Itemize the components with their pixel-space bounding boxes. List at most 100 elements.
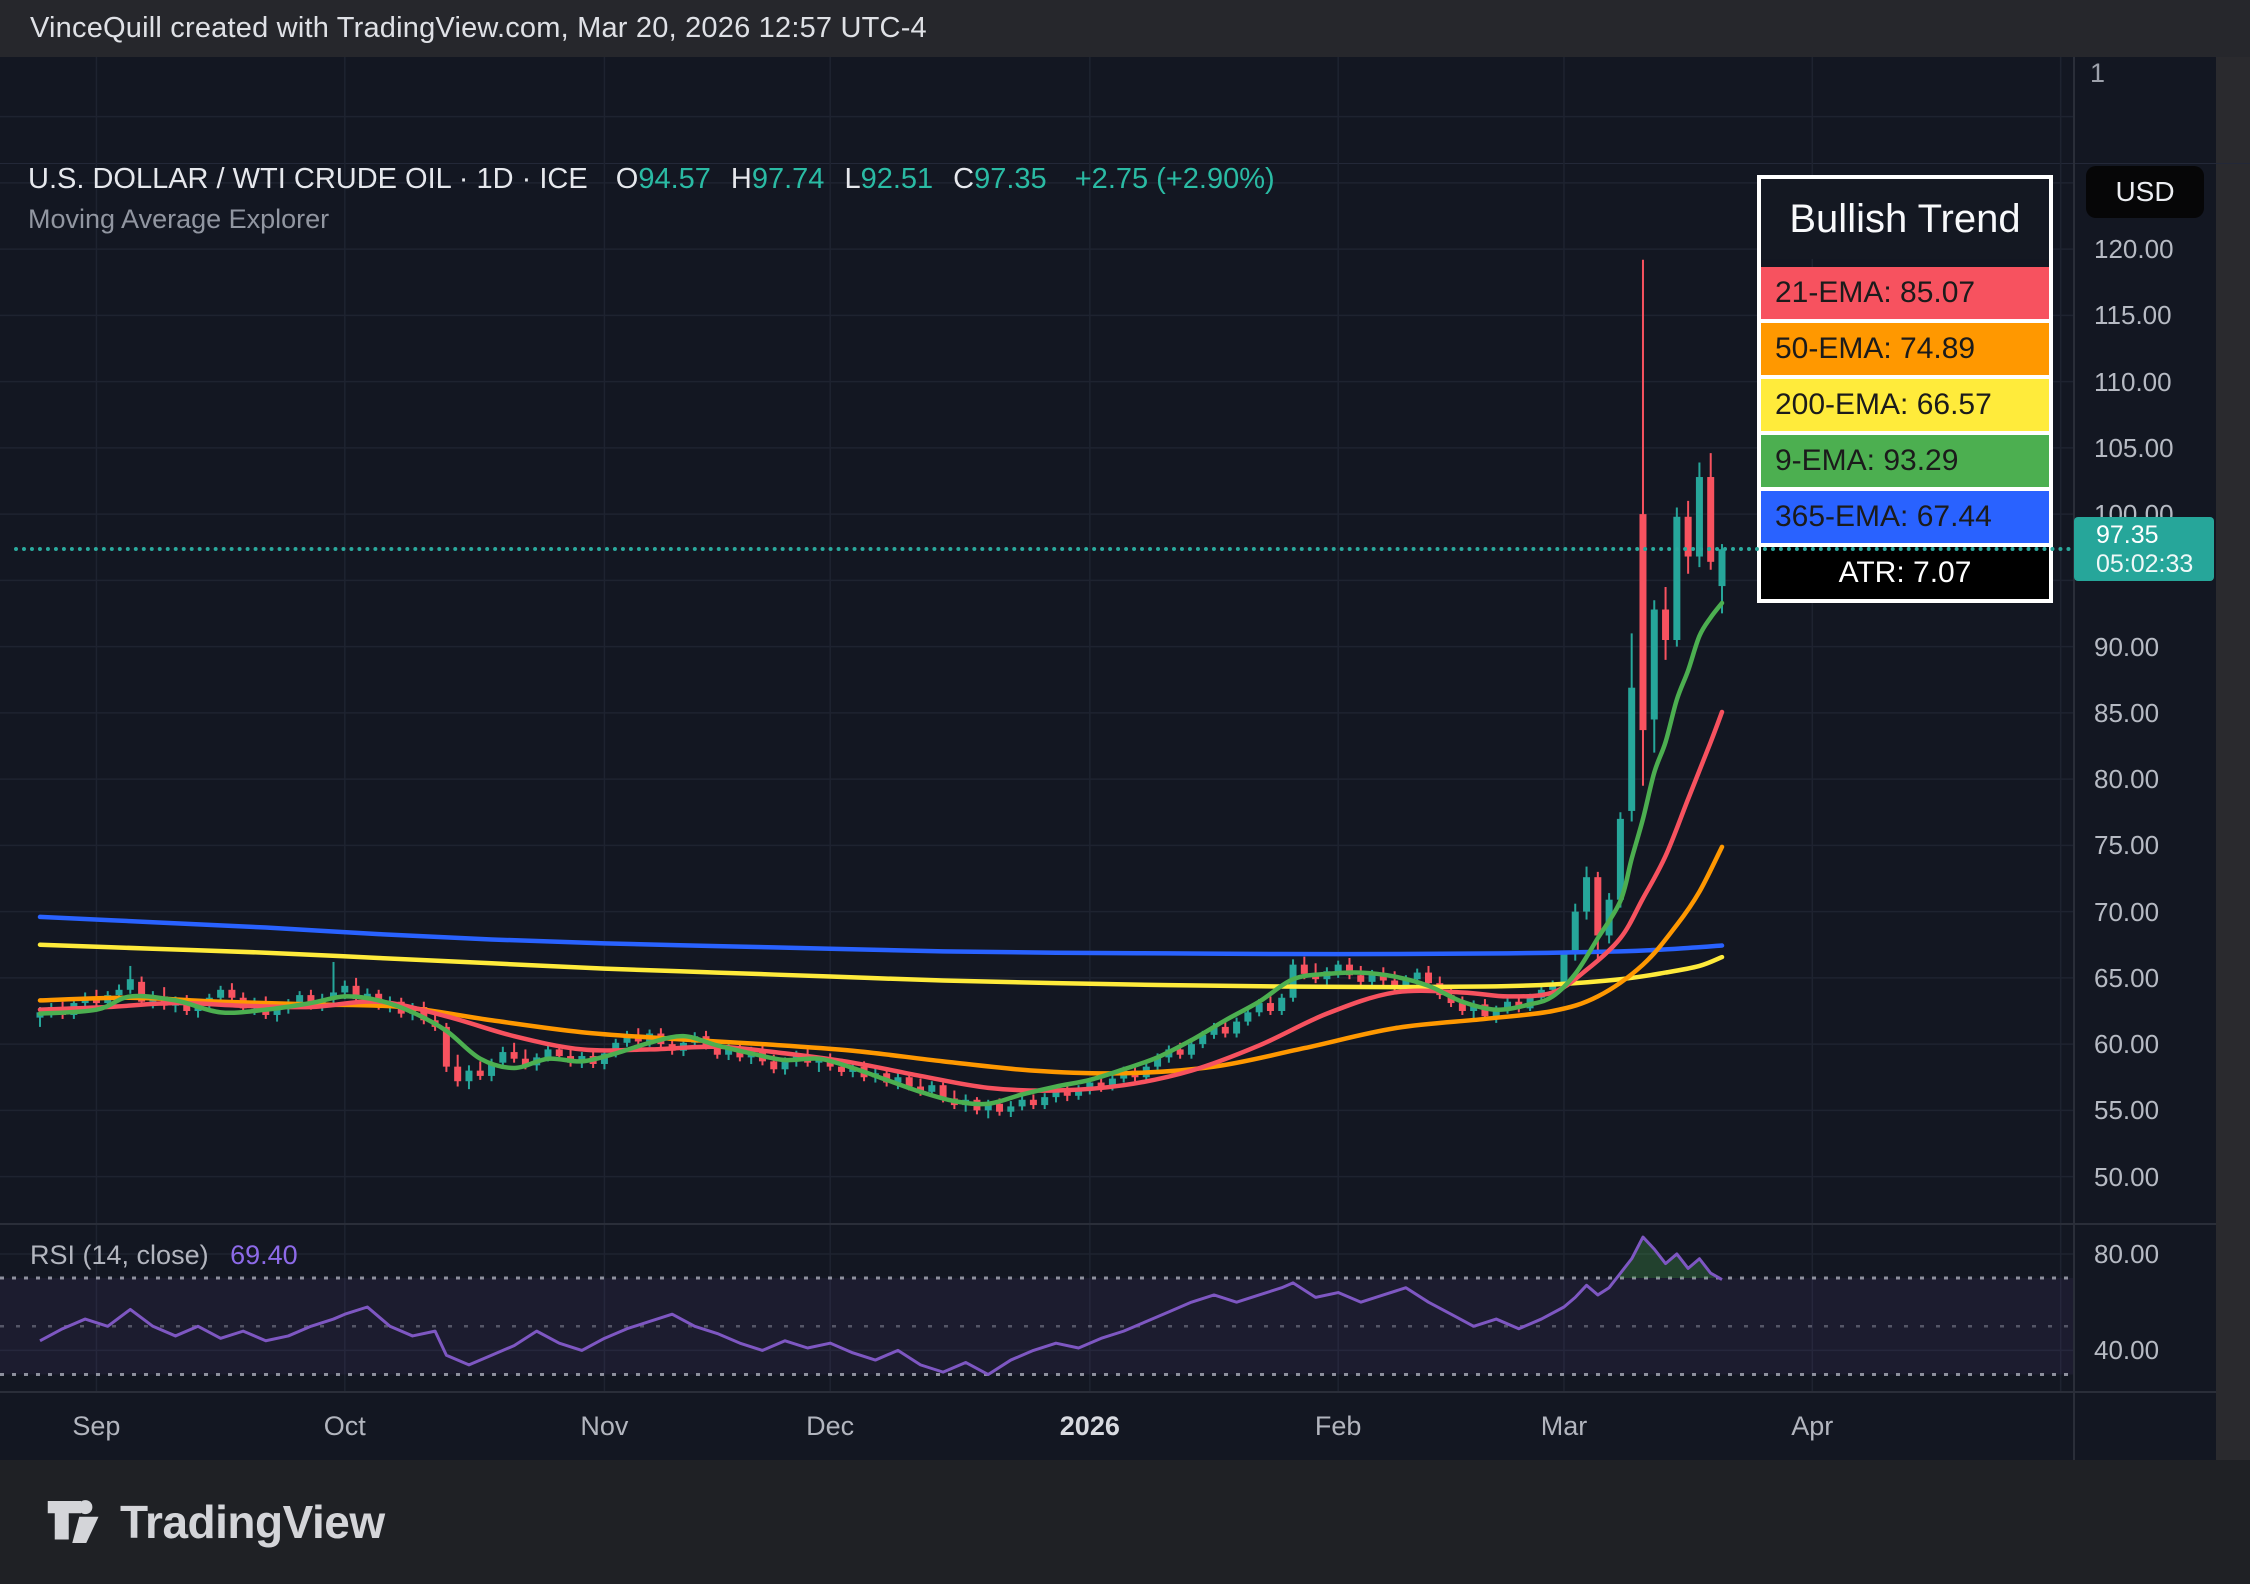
badge-countdown: 05:02:33 xyxy=(2096,550,2214,579)
exchange-label: ICE xyxy=(539,163,587,195)
ohlc-value-C: 97.35 xyxy=(974,163,1047,195)
candle-body xyxy=(1425,973,1432,984)
candle-body xyxy=(1560,954,1567,984)
ohlc-values: O94.57H97.74L92.51C97.35 xyxy=(596,163,1047,195)
ema-legend-row: 200-EMA: 66.57 xyxy=(1761,379,2049,431)
candle-body xyxy=(1041,1097,1048,1105)
price-tick: 120.00 xyxy=(2094,233,2214,265)
candle-body xyxy=(1583,877,1590,911)
candle-body xyxy=(1357,975,1364,982)
candle-body xyxy=(928,1085,935,1092)
ohlc-key-C: C xyxy=(953,163,974,195)
interval-label[interactable]: 1D xyxy=(477,163,514,195)
ema-line-9-EMA xyxy=(40,603,1722,1104)
price-tick: 90.00 xyxy=(2094,631,2214,663)
candle-body xyxy=(1222,1027,1229,1034)
time-tick-Oct: Oct xyxy=(290,1408,400,1444)
time-tick-Dec: Dec xyxy=(775,1408,885,1444)
candle-body xyxy=(1267,1003,1274,1011)
candle-body xyxy=(1594,877,1601,935)
price-tick: 110.00 xyxy=(2094,366,2214,398)
candle-body xyxy=(1335,965,1342,972)
atr-row: ATR: 7.07 xyxy=(1761,547,2049,599)
ohlc-key-L: L xyxy=(844,163,860,195)
time-tick-Mar: Mar xyxy=(1509,1408,1619,1444)
indicator-label[interactable]: Moving Average Explorer xyxy=(28,204,329,235)
price-tick: 105.00 xyxy=(2094,432,2214,464)
candle-body xyxy=(770,1061,777,1069)
rsi-value: 69.40 xyxy=(230,1240,298,1270)
candle-body xyxy=(127,979,134,990)
time-tick-Feb: Feb xyxy=(1283,1408,1393,1444)
ohlc-value-O: 94.57 xyxy=(638,163,711,195)
rsi-name: RSI xyxy=(30,1240,75,1270)
candle-body xyxy=(1301,965,1308,974)
ema-lines xyxy=(40,603,1722,1104)
candle-body xyxy=(1662,610,1669,640)
candle-body xyxy=(1696,477,1703,557)
ema-line-21-EMA xyxy=(40,712,1722,1091)
price-tick: 50.00 xyxy=(2094,1161,2214,1193)
rsi-header[interactable]: RSI (14, close) 69.40 xyxy=(30,1240,298,1271)
candle-body xyxy=(544,1049,551,1057)
candle-body xyxy=(217,990,224,998)
badge-price: 97.35 xyxy=(2096,521,2214,550)
candle-body xyxy=(1278,998,1285,1011)
ohlc-key-H: H xyxy=(731,163,752,195)
rsi-tick: 40.00 xyxy=(2094,1335,2214,1365)
ema-legend-row: 9-EMA: 93.29 xyxy=(1761,435,2049,487)
trend-panel: Bullish Trend 21-EMA: 85.0750-EMA: 74.89… xyxy=(1757,175,2053,603)
currency-button[interactable]: USD xyxy=(2086,166,2204,218)
price-tick: 80.00 xyxy=(2094,763,2214,795)
price-tick: 60.00 xyxy=(2094,1028,2214,1060)
pane-separator-rsi-time xyxy=(0,1391,2216,1393)
ema-legend-row: 50-EMA: 74.89 xyxy=(1761,323,2049,375)
ohlc-key-O: O xyxy=(616,163,639,195)
ohlc-value-H: 97.74 xyxy=(752,163,825,195)
last-price-line xyxy=(14,547,2073,551)
pane-separator-price-rsi[interactable] xyxy=(0,1223,2216,1225)
time-tick-Sep: Sep xyxy=(41,1408,151,1444)
price-tick: 55.00 xyxy=(2094,1094,2214,1126)
candle-body xyxy=(1719,549,1726,586)
time-tick-Apr: Apr xyxy=(1757,1408,1867,1444)
trend-panel-title: Bullish Trend xyxy=(1761,179,2049,259)
price-tick: 85.00 xyxy=(2094,697,2214,729)
candle-body xyxy=(499,1052,506,1063)
ema-legend-row: 365-EMA: 67.44 xyxy=(1761,491,2049,543)
tradingview-chart-snapshot: VinceQuill created with TradingView.com,… xyxy=(0,0,2250,1584)
pane-index-label: 1 xyxy=(2090,58,2105,89)
price-tick: 65.00 xyxy=(2094,962,2214,994)
candlestick-series xyxy=(37,260,1726,1119)
price-tick: 75.00 xyxy=(2094,829,2214,861)
candle-body xyxy=(1177,1049,1184,1054)
candle-body xyxy=(1628,688,1635,811)
candle-body xyxy=(1244,1012,1251,1021)
last-price-badge: 97.3505:02:33 xyxy=(2074,517,2214,581)
candle-body xyxy=(782,1061,789,1069)
ema-line-365-EMA xyxy=(40,917,1722,954)
candle-body xyxy=(1019,1100,1026,1107)
candle-body xyxy=(454,1067,461,1082)
time-tick-Nov: Nov xyxy=(549,1408,659,1444)
candle-body xyxy=(1188,1044,1195,1055)
price-tick: 115.00 xyxy=(2094,299,2214,331)
separator-dot: · xyxy=(522,163,540,195)
time-tick-2026: 2026 xyxy=(1035,1408,1145,1444)
candle-body xyxy=(556,1049,563,1056)
rsi-params-text: (14, close) xyxy=(83,1240,209,1270)
symbol-header: U.S. DOLLAR / WTI CRUDE OIL · 1D · ICE O… xyxy=(28,163,1275,196)
candle-body xyxy=(1673,517,1680,640)
price-tick: 70.00 xyxy=(2094,896,2214,928)
candle-body xyxy=(1233,1022,1240,1034)
candle-body xyxy=(996,1104,1003,1112)
candle-body xyxy=(1007,1106,1014,1111)
candle-body xyxy=(341,986,348,993)
candle-body xyxy=(1414,973,1421,980)
symbol-title[interactable]: U.S. DOLLAR / WTI CRUDE OIL xyxy=(28,163,451,195)
candle-body xyxy=(1030,1100,1037,1105)
candle-body xyxy=(1651,610,1658,720)
candle-body xyxy=(465,1071,472,1082)
rsi-tick: 80.00 xyxy=(2094,1239,2214,1269)
separator-dot: · xyxy=(459,163,477,195)
